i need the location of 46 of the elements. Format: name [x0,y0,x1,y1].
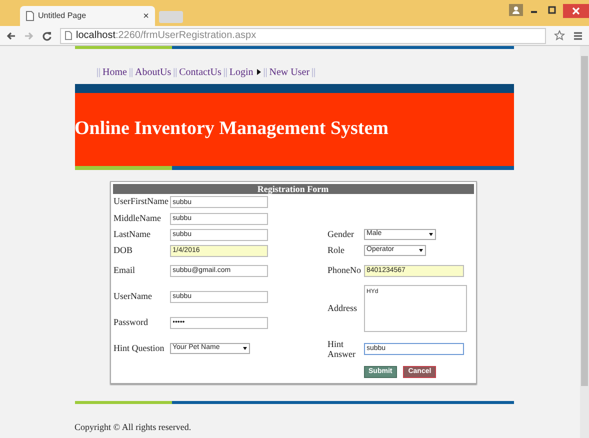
back-icon[interactable] [6,30,16,40]
scrollbar[interactable] [580,46,589,438]
nav-separator: || [173,66,178,80]
copyright-text: Copyright © All rights reserved. [74,422,192,432]
nav-link[interactable]: New User [269,64,310,80]
nav-link[interactable]: Login [229,64,254,80]
field-label: UserName [114,290,152,303]
field-label: UserFirstName [114,195,168,208]
field-label: LastName [114,228,150,241]
submenu-arrow-icon[interactable] [257,69,262,76]
form-title: Registration Form [112,184,474,194]
nav-link[interactable]: Home [102,64,127,80]
field-label: Address [328,302,357,315]
field-label: Email [114,264,135,277]
tab-title: Untitled Page [38,10,88,22]
caret-icon[interactable] [242,347,246,350]
nav-separator: || [128,66,133,80]
caret-icon[interactable] [418,249,422,252]
address-bar[interactable]: localhost:2260/frmUserRegistration.aspx [60,28,546,44]
close-icon[interactable] [563,4,589,18]
field-label: Role [328,244,344,257]
field-label: Gender [328,228,354,241]
field-label: Password [114,316,148,329]
reload-icon[interactable] [42,30,52,40]
star-icon[interactable] [554,30,565,41]
browser-tab[interactable]: Untitled Page × [20,6,155,26]
caret-icon[interactable] [428,233,432,236]
field-label: Hint Question [114,342,164,355]
url-host: localhost [76,30,116,41]
menu-icon[interactable] [573,30,583,40]
nav-separator: || [223,66,228,80]
page-icon [65,31,72,40]
field-label: Hint Answer [328,338,356,358]
nav-link[interactable]: ContactUs [179,64,222,80]
url-path: :2260/frmUserRegistration.aspx [115,30,256,41]
nav-separator: || [263,66,268,80]
nav-separator: || [96,66,101,80]
nav-separator: || [312,66,316,80]
nav-link[interactable]: AboutUs [134,64,172,80]
site-title: Online Inventory Management System [74,117,389,142]
user-icon[interactable] [509,4,523,16]
field-label: PhoneNo [328,264,361,277]
page-icon [26,11,34,21]
field-label: MiddleName [114,212,161,225]
close-tab-button[interactable]: × [143,8,149,24]
field-label: DOB [114,244,133,257]
